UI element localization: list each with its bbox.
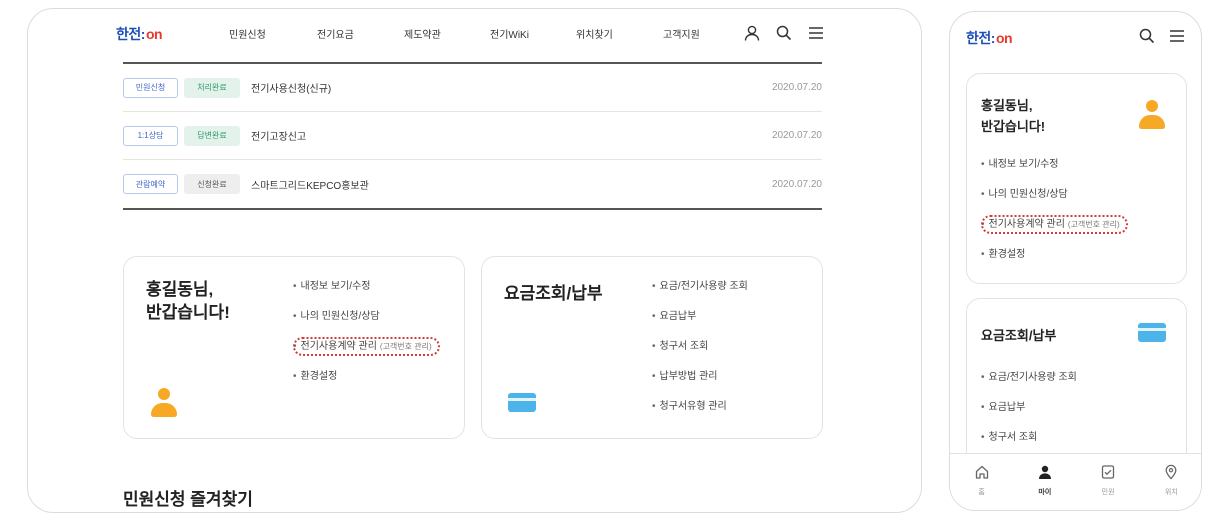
request-type-badge: 1:1상담 xyxy=(123,125,178,146)
desktop-view: 한전: on 민원신청 전기요금 제도약관 전기WiKi 위치찾기 고객지원 민원… xyxy=(27,8,922,513)
user-icon[interactable] xyxy=(742,23,762,43)
kepco-on-logo[interactable]: 한전: on xyxy=(966,28,1013,48)
nav-item-policy[interactable]: 제도약관 xyxy=(404,26,490,41)
account-menu: 내정보 보기/수정 나의 민원신청/상담 전기사용계약 관리(고객번호 관리) … xyxy=(292,272,440,392)
menu-item-bill-inquiry[interactable]: 청구서 조회 xyxy=(981,423,1077,453)
menu-item-usage-inquiry[interactable]: 요금/전기사용량 조회 xyxy=(981,363,1077,393)
request-title[interactable]: 전기사용신청(신규) xyxy=(251,80,331,95)
search-icon[interactable] xyxy=(774,23,794,43)
menu-item-usage-inquiry[interactable]: 요금/전기사용량 조회 xyxy=(652,272,748,302)
tab-civil[interactable]: 민원 xyxy=(1077,454,1140,510)
request-row[interactable]: 관람예약 신청완료 스마트그리드KEPCO홍보관 2020.07.20 xyxy=(123,160,822,208)
tab-location[interactable]: 위치 xyxy=(1140,454,1201,510)
request-row[interactable]: 1:1상담 답변완료 전기고장신고 2020.07.20 xyxy=(123,112,822,160)
billing-title: 요금조회/납부 xyxy=(981,328,1057,343)
menu-item-bill-payment[interactable]: 요금납부 xyxy=(981,393,1077,423)
header-actions xyxy=(742,23,826,43)
favorites-heading: 민원신청 즐겨찾기 xyxy=(123,490,253,509)
location-pin-icon xyxy=(1162,463,1180,481)
billing-menu: 요금/전기사용량 조회 요금납부 청구서 조회 xyxy=(981,363,1077,453)
mobile-header-actions xyxy=(1137,26,1187,46)
nav-item-civil-request[interactable]: 민원신청 xyxy=(229,26,317,41)
menu-item-my-info[interactable]: 내정보 보기/수정 xyxy=(981,150,1124,180)
bottom-tab-bar: 홈 마이 민원 위치 xyxy=(950,453,1201,510)
request-date: 2020.07.20 xyxy=(771,82,822,93)
greeting: 홍길동님, 반갑습니다! xyxy=(981,98,1046,134)
greeting: 홍길동님, 반갑습니다! xyxy=(146,280,230,322)
request-date: 2020.07.20 xyxy=(771,178,822,190)
request-type-badge: 관람예약 xyxy=(123,174,178,194)
menu-item-bill-type[interactable]: 청구서유형 관리 xyxy=(652,392,748,422)
request-status-badge: 신청완료 xyxy=(184,174,240,194)
account-menu: 내정보 보기/수정 나의 민원신청/상담 전기사용계약 관리(고객번호 관리) … xyxy=(980,150,1128,270)
person-icon xyxy=(1036,463,1054,481)
nav-item-wiki[interactable]: 전기WiKi xyxy=(490,26,576,41)
request-date: 2020.07.20 xyxy=(771,130,822,141)
request-history-list: 민원신청 처리완료 전기사용신청(신규) 2020.07.20 1:1상담 답변… xyxy=(123,62,822,210)
person-icon xyxy=(149,388,179,418)
nav-item-support[interactable]: 고객지원 xyxy=(663,26,723,41)
request-status-badge: 처리완료 xyxy=(184,77,240,98)
menu-icon[interactable] xyxy=(1167,26,1187,46)
request-title[interactable]: 스마트그리드KEPCO홍보관 xyxy=(251,177,369,192)
mobile-view: 한전:on 홍길동님, 반갑습니다! 내정보 보기/수정 나의 민원신청/상담 … xyxy=(949,11,1202,511)
nav-item-location[interactable]: 위치찾기 xyxy=(576,26,663,41)
billing-menu: 요금/전기사용량 조회 요금납부 청구서 조회 납부방법 관리 청구서유형 관리 xyxy=(652,272,748,422)
document-check-icon xyxy=(1099,463,1117,481)
account-card: 홍길동님, 반갑습니다! 내정보 보기/수정 나의 민원신청/상담 전기사용계약… xyxy=(966,73,1187,284)
menu-item-my-requests[interactable]: 나의 민원신청/상담 xyxy=(981,180,1124,210)
menu-item-my-info[interactable]: 내정보 보기/수정 xyxy=(293,272,436,302)
search-icon[interactable] xyxy=(1137,26,1157,46)
request-title[interactable]: 전기고장신고 xyxy=(251,128,306,143)
request-row[interactable]: 민원신청 처리완료 전기사용신청(신규) 2020.07.20 xyxy=(123,64,822,112)
menu-item-bill-inquiry[interactable]: 청구서 조회 xyxy=(652,332,748,362)
menu-item-contract-management[interactable]: 전기사용계약 관리(고객번호 관리) xyxy=(292,332,440,362)
menu-item-settings[interactable]: 환경설정 xyxy=(293,362,436,392)
menu-item-settings[interactable]: 환경설정 xyxy=(981,240,1124,270)
nav-item-electricity-fee[interactable]: 전기요금 xyxy=(317,26,404,41)
menu-item-payment-method[interactable]: 납부방법 관리 xyxy=(652,362,748,392)
menu-item-contract-management[interactable]: 전기사용계약 관리(고객번호 관리) xyxy=(980,210,1128,240)
menu-item-my-requests[interactable]: 나의 민원신청/상담 xyxy=(293,302,436,332)
tab-home[interactable]: 홈 xyxy=(950,454,1013,510)
request-status-badge: 답변완료 xyxy=(184,125,240,146)
home-icon xyxy=(973,463,991,481)
account-card: 홍길동님, 반갑습니다! 내정보 보기/수정 나의 민원신청/상담 전기사용계약… xyxy=(123,256,465,439)
menu-item-bill-payment[interactable]: 요금납부 xyxy=(652,302,748,332)
credit-card-icon xyxy=(508,393,536,412)
kepco-on-logo[interactable]: 한전: on xyxy=(116,24,163,44)
main-nav: 민원신청 전기요금 제도약관 전기WiKi 위치찾기 고객지원 xyxy=(229,26,723,41)
billing-card: 요금조회/납부 요금/전기사용량 조회 요금납부 청구서 조회 납부방법 관리 … xyxy=(481,256,823,439)
menu-icon[interactable] xyxy=(806,23,826,43)
person-icon xyxy=(1137,100,1167,130)
credit-card-icon xyxy=(1138,323,1166,342)
desktop-header: 한전: on 민원신청 전기요금 제도약관 전기WiKi 위치찾기 고객지원 xyxy=(28,9,921,57)
billing-title: 요금조회/납부 xyxy=(504,284,603,303)
request-type-badge: 민원신청 xyxy=(123,77,178,98)
tab-my[interactable]: 마이 xyxy=(1013,454,1076,510)
highlighted-menu-item: 전기사용계약 관리 (고객번호 관리) xyxy=(980,215,1128,234)
highlighted-menu-item: 전기사용계약 관리 (고객번호 관리) xyxy=(292,337,440,356)
